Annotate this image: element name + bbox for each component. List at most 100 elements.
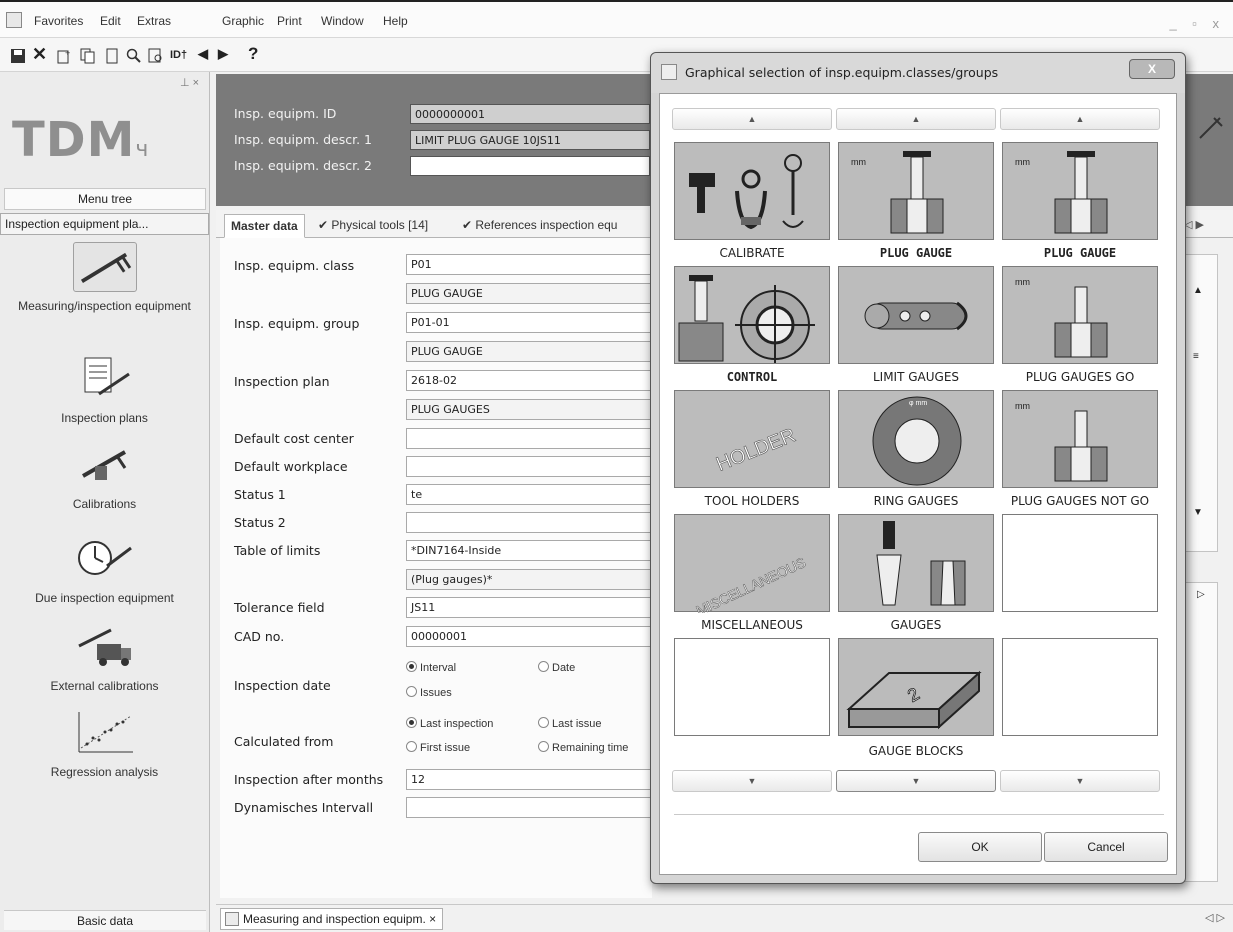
sidebar-item-inspection-plans[interactable]: Inspection plans bbox=[0, 354, 209, 425]
ok-button[interactable]: OK bbox=[918, 832, 1042, 862]
tile-empty[interactable] bbox=[1002, 514, 1158, 612]
search-icon[interactable] bbox=[126, 48, 142, 64]
tile-ring-gauges[interactable]: φ mm bbox=[838, 390, 994, 488]
tile-calibrate[interactable] bbox=[674, 142, 830, 240]
radio-issues[interactable]: Issues bbox=[406, 686, 452, 699]
tile-limit-gauges[interactable] bbox=[838, 266, 994, 364]
plug-gauge-icon: mm bbox=[1015, 151, 1108, 234]
scroll-up-icon[interactable]: ▲ bbox=[1193, 285, 1203, 296]
plug-gauge-icon: mm bbox=[1015, 401, 1108, 482]
window-controls[interactable]: _ ▫ x bbox=[1169, 16, 1225, 31]
radio-last-issue[interactable]: Last issue bbox=[538, 717, 602, 730]
menu-graphic[interactable]: Graphic bbox=[222, 14, 264, 28]
plan-field[interactable]: 2618-02 bbox=[406, 370, 652, 391]
expand-icon[interactable]: ▷ bbox=[1197, 589, 1205, 600]
menu-window[interactable]: Window bbox=[321, 14, 364, 28]
scroll-down-col1[interactable]: ▼ bbox=[672, 770, 832, 792]
tab-nav-arrows[interactable]: ◁ ▷ bbox=[1205, 911, 1225, 924]
inspection-date-label: Inspection date bbox=[234, 678, 331, 693]
calculated-from-label: Calculated from bbox=[234, 734, 334, 749]
gauge-block-icon: 2 bbox=[846, 670, 982, 730]
id-icon[interactable]: ID† bbox=[170, 49, 187, 61]
document-icon[interactable] bbox=[104, 48, 120, 64]
radio-interval[interactable]: Interval bbox=[406, 661, 456, 674]
tab-scroll-arrows[interactable]: ◁ ▶ bbox=[1184, 218, 1204, 231]
miscellaneous-icon: MISCELLANEOUS bbox=[693, 554, 808, 619]
sidebar-item-external-calibrations[interactable]: External calibrations bbox=[0, 622, 209, 693]
limits-description: (Plug gauges)* bbox=[406, 569, 652, 590]
preview-icon[interactable] bbox=[148, 48, 164, 64]
id-label: Insp. equipm. ID bbox=[234, 106, 337, 121]
scroll-up-col3[interactable]: ▲ bbox=[1000, 108, 1160, 130]
delete-icon[interactable]: ✕ bbox=[32, 44, 47, 65]
menu-print[interactable]: Print bbox=[277, 14, 302, 28]
tolerance-field[interactable]: JS11 bbox=[406, 597, 652, 618]
sidebar-item-due-equipment[interactable]: Due inspection equipment bbox=[0, 534, 209, 605]
tab-master-data[interactable]: Master data bbox=[224, 214, 305, 238]
tile-gauge-blocks[interactable]: 2 bbox=[838, 638, 994, 736]
status1-field[interactable]: te bbox=[406, 484, 652, 505]
menu-extras[interactable]: Extras bbox=[137, 14, 171, 28]
dialog-close-button[interactable]: X bbox=[1129, 59, 1175, 79]
scroll-down-col3[interactable]: ▼ bbox=[1000, 770, 1160, 792]
cancel-button[interactable]: Cancel bbox=[1044, 832, 1168, 862]
copy-icon[interactable] bbox=[80, 48, 96, 64]
descr2-field[interactable] bbox=[410, 156, 650, 176]
mm-text: mm bbox=[1015, 157, 1030, 167]
tile-gauges[interactable] bbox=[838, 514, 994, 612]
tile-plug-gauge-1[interactable]: mm bbox=[838, 142, 994, 240]
cost-center-field[interactable] bbox=[406, 428, 652, 449]
master-data-form: Insp. equipm. class P01 PLUG GAUGE Insp.… bbox=[220, 238, 652, 898]
cad-field[interactable]: 00000001 bbox=[406, 626, 652, 647]
sidebar-item-label: External calibrations bbox=[50, 679, 159, 693]
dialog-body: ▲ ▲ ▲ CALIBRATE mm PLUG GAUGE mm PLUG GA… bbox=[659, 93, 1177, 875]
tile-empty[interactable] bbox=[674, 638, 830, 736]
tile-miscellaneous[interactable]: MISCELLANEOUS bbox=[674, 514, 830, 619]
dynamic-interval-field[interactable] bbox=[406, 797, 652, 818]
tab-physical-tools[interactable]: ✔ Physical tools [14] bbox=[312, 214, 434, 238]
scroll-down-col2[interactable]: ▼ bbox=[836, 770, 996, 792]
menu-edit[interactable]: Edit bbox=[100, 14, 121, 28]
descr1-field[interactable]: LIMIT PLUG GAUGE 10JS11 bbox=[410, 130, 650, 150]
class-field[interactable]: P01 bbox=[406, 254, 652, 275]
tile-control[interactable] bbox=[674, 266, 830, 364]
basic-data-button[interactable]: Basic data bbox=[4, 910, 206, 930]
clock-caliper-icon bbox=[77, 541, 132, 575]
status2-field[interactable] bbox=[406, 512, 652, 533]
tile-empty[interactable] bbox=[1002, 638, 1158, 736]
group-field[interactable]: P01-01 bbox=[406, 312, 652, 333]
prev-icon[interactable]: ◀ bbox=[198, 46, 208, 62]
tile-plug-gauge-2[interactable]: mm bbox=[1002, 142, 1158, 240]
id-field[interactable]: 0000000001 bbox=[410, 104, 650, 124]
sidebar-item-regression[interactable]: Regression analysis bbox=[0, 708, 209, 779]
sidebar-item-measuring[interactable]: Measuring/inspection equipment bbox=[0, 242, 209, 313]
radio-first-issue[interactable]: First issue bbox=[406, 741, 470, 754]
workplace-field[interactable] bbox=[406, 456, 652, 477]
app-icon[interactable] bbox=[6, 12, 22, 28]
scroll-up-col1[interactable]: ▲ bbox=[672, 108, 832, 130]
section-header[interactable]: Inspection equipment pla... bbox=[0, 213, 209, 235]
months-field[interactable]: 12 bbox=[406, 769, 652, 790]
tab-references[interactable]: ✔ References inspection equ bbox=[456, 214, 623, 238]
next-icon[interactable]: ▶ bbox=[218, 46, 228, 62]
help-icon[interactable]: ? bbox=[248, 44, 258, 64]
scroll-down-icon[interactable]: ▼ bbox=[1193, 507, 1203, 518]
document-tab[interactable]: Measuring and inspection equipm. × bbox=[220, 908, 444, 930]
menu-favorites[interactable]: Favorites bbox=[34, 14, 83, 28]
scroll-up-col2[interactable]: ▲ bbox=[836, 108, 996, 130]
radio-remaining-time[interactable]: Remaining time bbox=[538, 741, 628, 754]
pin-icon[interactable]: ⊥ × bbox=[180, 76, 199, 89]
tile-plug-gauges-go[interactable]: mm bbox=[1002, 266, 1158, 364]
new-record-icon[interactable]: + bbox=[56, 48, 72, 64]
limits-field[interactable]: *DIN7164-Inside bbox=[406, 540, 652, 561]
tile-tool-holders[interactable]: HOLDER bbox=[674, 390, 830, 488]
sidebar-item-calibrations[interactable]: Calibrations bbox=[0, 440, 209, 511]
radio-last-inspection[interactable]: Last inspection bbox=[406, 717, 493, 730]
radio-dot bbox=[406, 686, 417, 697]
menu-help[interactable]: Help bbox=[383, 14, 408, 28]
menu-tree-button[interactable]: Menu tree bbox=[4, 188, 206, 210]
radio-date[interactable]: Date bbox=[538, 661, 575, 674]
save-icon[interactable] bbox=[10, 48, 26, 64]
tile-plug-gauges-not-go[interactable]: mm bbox=[1002, 390, 1158, 488]
tile-label: PLUG GAUGES NOT GO bbox=[1010, 494, 1150, 508]
